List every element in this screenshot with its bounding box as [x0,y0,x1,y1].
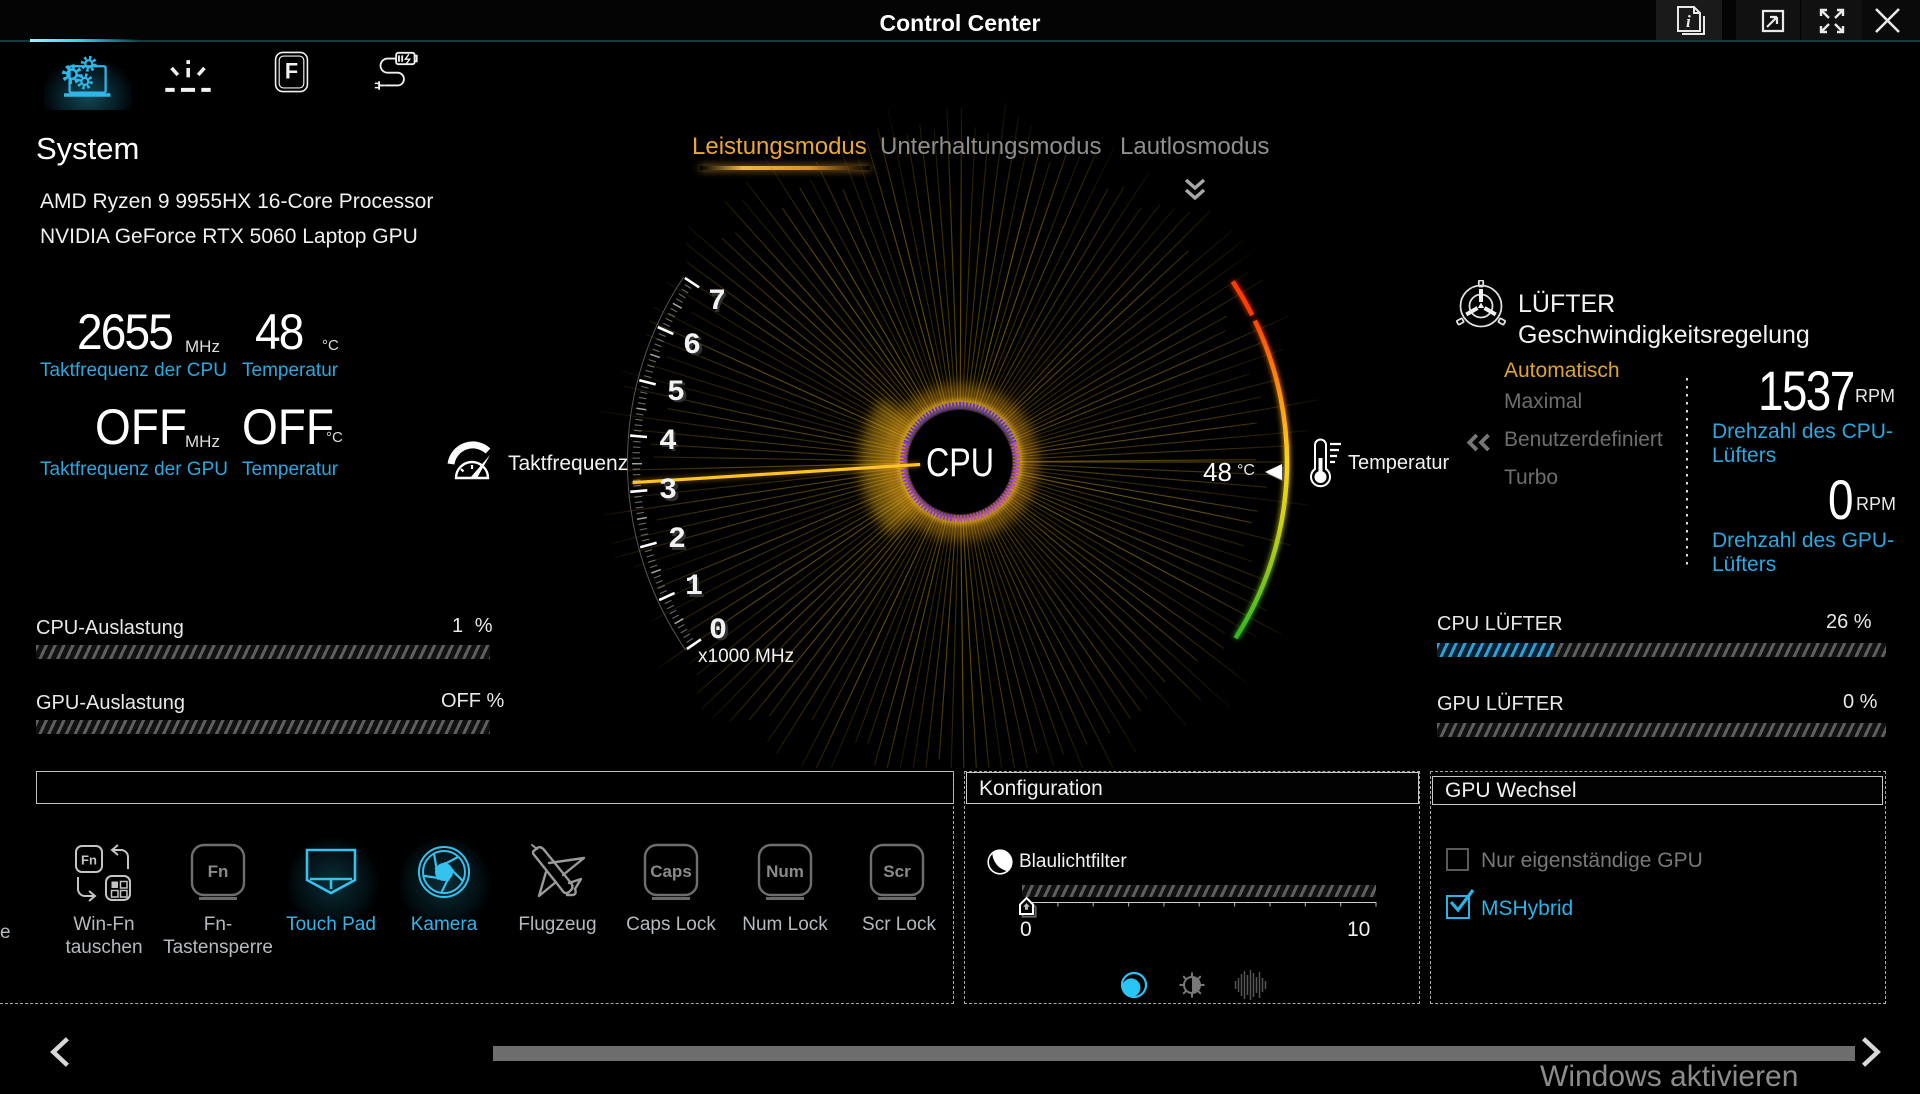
svg-text:Fn: Fn [81,853,97,868]
svg-text:3: 3 [659,474,677,508]
svg-text:2: 2 [668,523,686,557]
svg-text:Caps: Caps [650,862,692,881]
svg-text:Num: Num [766,862,804,881]
svg-text:6: 6 [683,329,701,363]
svg-text:5: 5 [667,376,685,410]
svg-text:Fn: Fn [208,862,229,881]
svg-text:Scr: Scr [883,862,911,881]
svg-text:4: 4 [659,425,677,459]
svg-text:7: 7 [708,285,726,319]
svg-text:CPU: CPU [926,441,994,485]
svg-text:0: 0 [709,614,727,648]
svg-text:1: 1 [685,570,703,604]
